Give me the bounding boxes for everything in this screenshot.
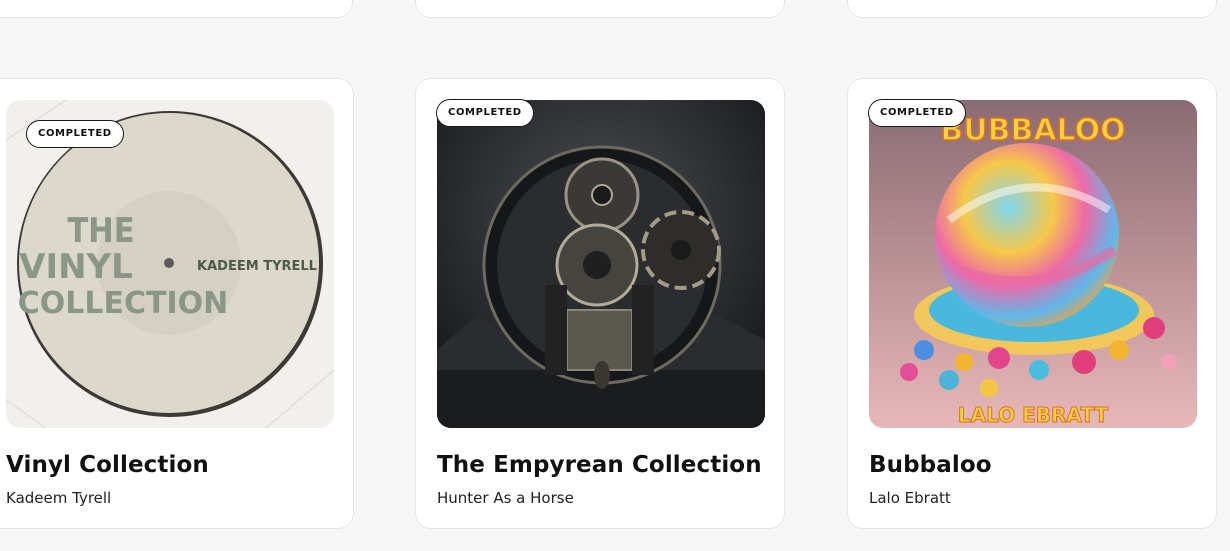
svg-text:VINYL: VINYL	[19, 247, 133, 287]
album-cover-image[interactable]: THE VINYL COLLECTION KADEEM TYRELL	[6, 100, 334, 428]
album-cover-image[interactable]: BUBBALOO LALO EBRATT	[869, 100, 1197, 428]
vinyl-record-art: THE VINYL COLLECTION KADEEM TYRELL	[6, 100, 334, 428]
svg-text:KADEEM TYRELL: KADEEM TYRELL	[197, 259, 317, 274]
completed-badge: COMPLETED	[436, 99, 534, 127]
album-card-empyrean-collection[interactable]: COMPLETED The Empyrean Collection Hunter…	[415, 78, 785, 529]
album-cover-image[interactable]	[437, 100, 765, 428]
album-card-top-partial-2[interactable]	[415, 0, 785, 18]
album-card-top-partial-1[interactable]	[0, 0, 353, 18]
album-title[interactable]: Vinyl Collection	[6, 452, 209, 478]
album-card-vinyl-collection[interactable]: THE VINYL COLLECTION KADEEM TYRELL COMPL…	[0, 78, 354, 529]
album-title[interactable]: Bubbaloo	[869, 452, 992, 478]
svg-text:THE: THE	[67, 211, 134, 251]
reel-to-reel-art	[437, 100, 765, 428]
candy-sphere-art: BUBBALOO LALO EBRATT	[869, 100, 1197, 428]
album-card-bubbaloo[interactable]: BUBBALOO LALO EBRATT COMPLETED Bubbaloo …	[847, 78, 1217, 529]
svg-text:LALO EBRATT: LALO EBRATT	[958, 403, 1109, 427]
artist-name[interactable]: Hunter As a Horse	[437, 489, 574, 507]
artist-name[interactable]: Lalo Ebratt	[869, 489, 951, 507]
album-title[interactable]: The Empyrean Collection	[437, 452, 762, 478]
svg-text:COLLECTION: COLLECTION	[18, 286, 229, 321]
completed-badge: COMPLETED	[868, 99, 966, 127]
album-card-top-partial-3[interactable]	[847, 0, 1217, 18]
artist-name[interactable]: Kadeem Tyrell	[6, 489, 111, 507]
completed-badge: COMPLETED	[26, 120, 124, 148]
svg-text:BUBBALOO: BUBBALOO	[940, 113, 1125, 148]
